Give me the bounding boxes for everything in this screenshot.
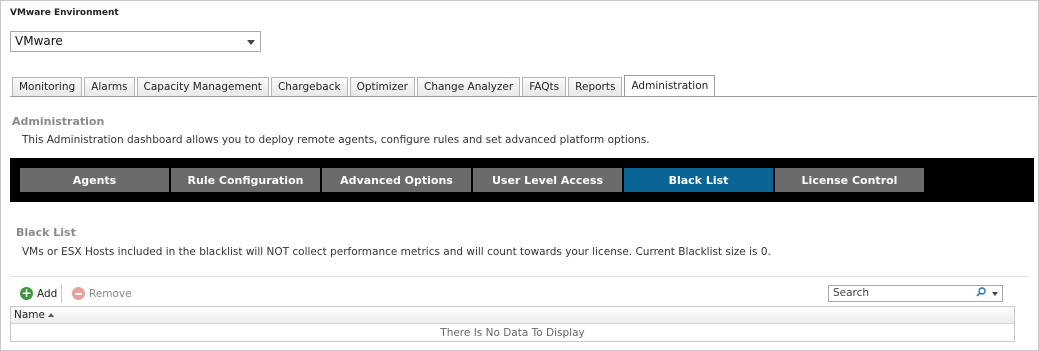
tab-faqts[interactable]: FAQts	[522, 77, 567, 97]
plus-icon: +	[20, 286, 33, 300]
tab-administration[interactable]: Administration	[624, 75, 716, 96]
remove-button[interactable]: Remove	[72, 287, 132, 300]
blacklist-grid: Name There Is No Data To Display	[10, 306, 1015, 342]
empty-grid-message: There Is No Data To Display	[440, 327, 585, 339]
add-button-label: Add	[37, 287, 58, 300]
tab-optimizer[interactable]: Optimizer	[349, 77, 415, 97]
chevron-down-icon[interactable]	[247, 40, 255, 45]
nav-license-control[interactable]: License Control	[775, 168, 924, 192]
tab-capacity-management[interactable]: Capacity Management	[136, 77, 269, 97]
sort-ascending-icon	[47, 313, 54, 317]
blacklist-description: VMs or ESX Hosts included in the blackli…	[22, 246, 771, 258]
nav-black-list[interactable]: Black List	[624, 168, 773, 192]
nav-user-level-access[interactable]: User Level Access	[473, 168, 622, 192]
main-tabs: Monitoring Alarms Capacity Management Ch…	[12, 75, 716, 97]
tab-reports[interactable]: Reports	[568, 77, 623, 97]
tab-monitoring[interactable]: Monitoring	[12, 77, 83, 97]
add-button[interactable]: + Add	[20, 287, 57, 300]
tab-change-analyzer[interactable]: Change Analyzer	[416, 77, 521, 97]
nav-rule-configuration[interactable]: Rule Configuration	[171, 168, 320, 192]
search-dropdown-icon[interactable]	[992, 292, 998, 296]
grid-toolbar: + Add Remove Search	[10, 276, 1029, 306]
remove-button-label: Remove	[89, 287, 132, 300]
grid-header: Name	[11, 307, 1014, 324]
search-placeholder: Search	[833, 287, 870, 299]
nav-agents[interactable]: Agents	[20, 168, 169, 192]
tab-divider	[10, 96, 1037, 97]
environment-select-value: VMware	[15, 34, 63, 48]
blacklist-title: Black List	[16, 226, 76, 239]
admin-nav-bar: Agents Rule Configuration Advanced Optio…	[10, 158, 1034, 202]
admin-description: This Administration dashboard allows you…	[22, 134, 650, 146]
tab-chargeback[interactable]: Chargeback	[270, 77, 348, 97]
minus-icon	[72, 287, 85, 300]
search-input[interactable]: Search	[828, 285, 1003, 302]
environment-title: VMware Environment	[10, 8, 119, 18]
column-header-name[interactable]: Name	[14, 309, 45, 321]
tab-alarms[interactable]: Alarms	[84, 77, 135, 97]
nav-advanced-options[interactable]: Advanced Options	[322, 168, 471, 192]
search-icon[interactable]	[976, 287, 986, 297]
toolbar-separator	[61, 285, 62, 303]
admin-title: Administration	[12, 115, 105, 128]
environment-select[interactable]: VMware	[10, 31, 261, 52]
